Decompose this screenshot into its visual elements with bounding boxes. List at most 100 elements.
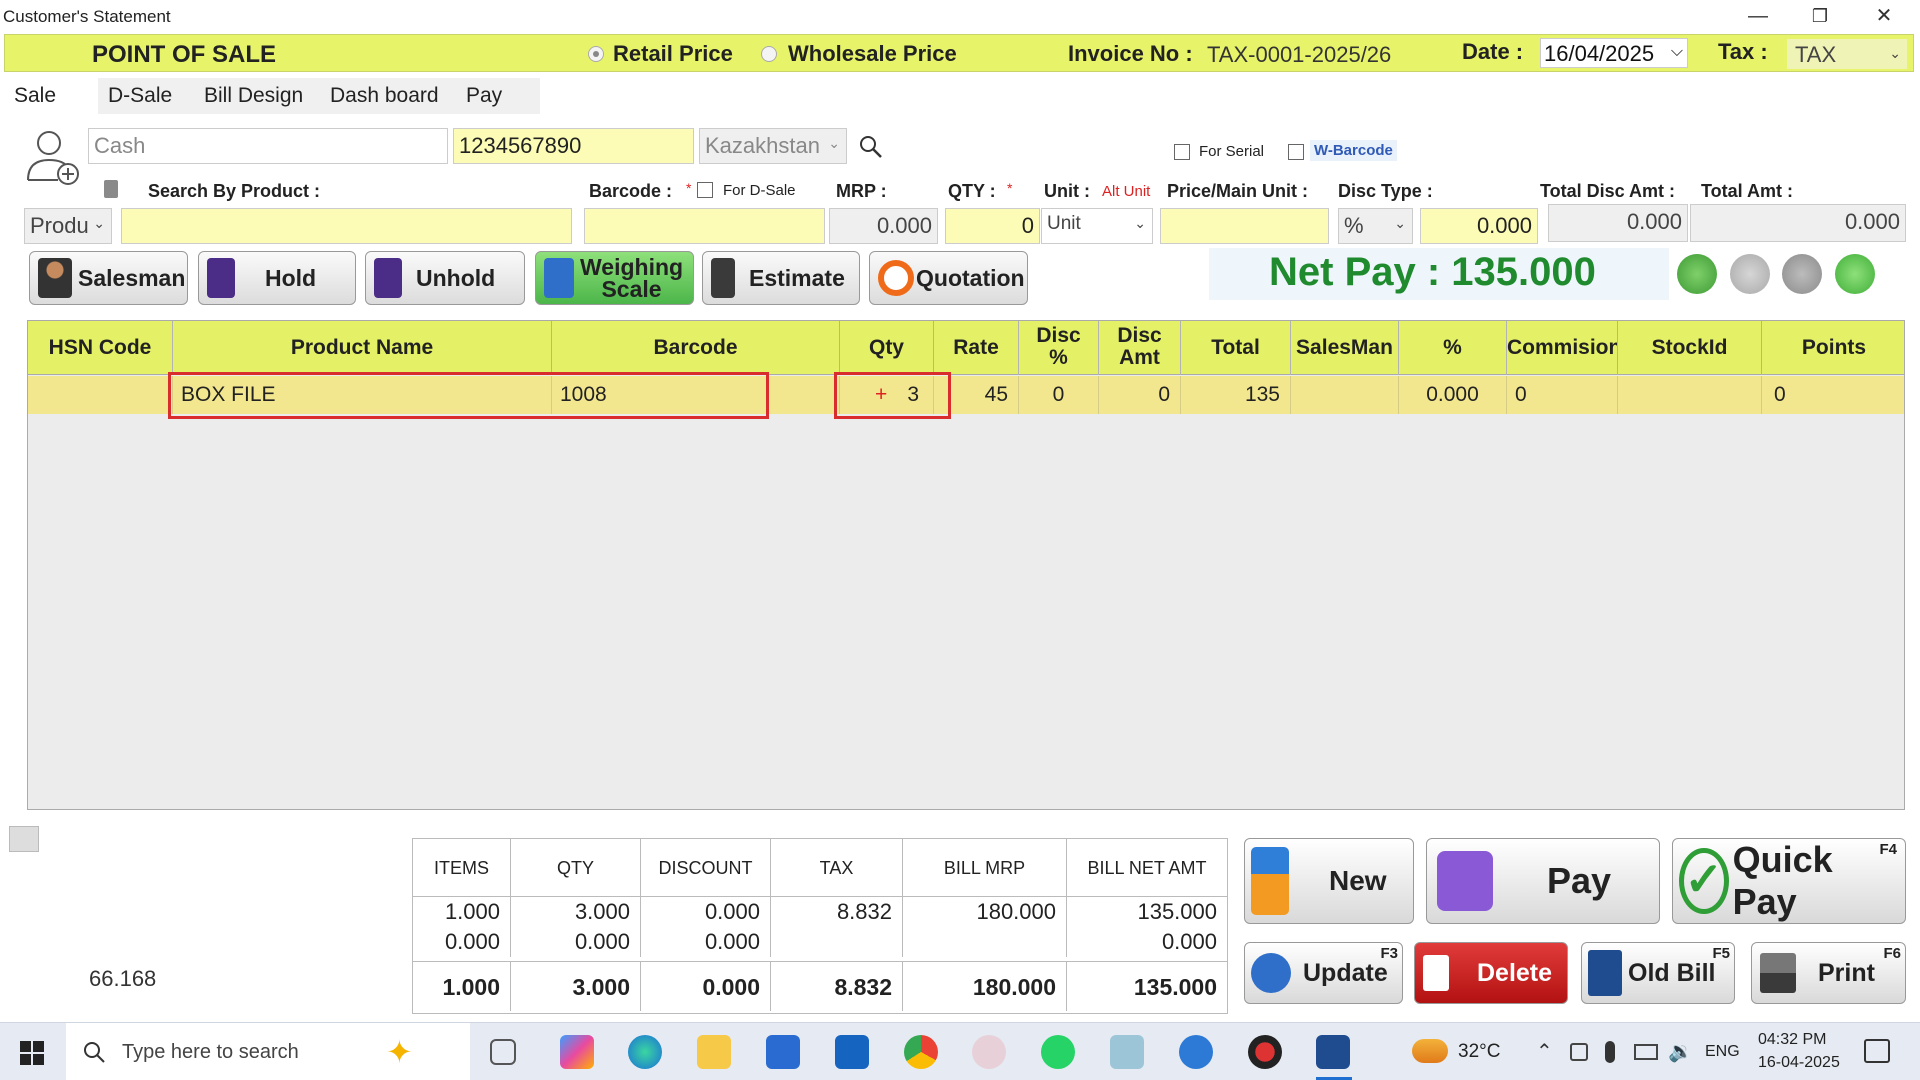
wholesale-price-radio[interactable] [761,46,777,62]
old-bill-shortcut: F5 [1712,945,1730,962]
tab-bill-design[interactable]: Bill Design [194,78,320,114]
col-total[interactable]: Total [1181,321,1291,375]
copilot-icon[interactable] [560,1035,594,1069]
chevron-down-icon: ⌄ [1394,215,1406,231]
country-value: Kazakhstan [705,133,820,158]
col-percent[interactable]: % [1399,321,1507,375]
salesman-button[interactable]: Salesman [29,251,188,305]
task-view-icon[interactable] [490,1039,516,1065]
col-product-name[interactable]: Product Name [173,321,552,375]
customer-phone-input[interactable]: 1234567890 [453,128,694,164]
volume-icon[interactable]: 🔉 [1668,1039,1693,1064]
w-barcode-checkbox[interactable] [1288,144,1304,160]
pay-button[interactable]: Pay [1426,838,1660,924]
whatsapp-icon[interactable] [1041,1035,1075,1069]
barcode-input[interactable] [584,208,825,244]
old-bill-button[interactable]: Old Bill F5 [1581,942,1735,1004]
search-mode-select[interactable]: Produ ⌄ [24,208,112,244]
refresh-icon[interactable] [1677,254,1717,294]
col-stockid[interactable]: StockId [1618,321,1762,375]
quick-pay-button[interactable]: ✓ Quick Pay F4 [1672,838,1906,924]
date-label: Date : [1462,39,1524,64]
col-qty[interactable]: Qty [840,321,934,375]
quotation-button[interactable]: Quotation [869,251,1028,305]
mrp-input[interactable]: 0.000 [829,208,938,244]
file-explorer-icon[interactable] [697,1035,731,1069]
edge-browser-icon[interactable] [628,1035,662,1069]
tab-dash-board[interactable]: Dash board [320,78,456,114]
weighing-scale-button[interactable]: Weighing Scale [535,251,694,305]
salesman-icon [38,258,72,298]
app-icon[interactable] [1110,1035,1144,1069]
side-value: 66.168 [89,966,157,991]
col-disc-amt[interactable]: Disc Amt [1099,321,1181,375]
print-button[interactable]: Print F6 [1751,942,1906,1004]
minimize-button[interactable]: — [1730,2,1786,30]
chevron-up-icon[interactable]: ⌃ [1536,1039,1553,1064]
close-button[interactable]: ✕ [1856,2,1912,30]
display-icon[interactable] [1634,1044,1658,1060]
mrp-value: 0.000 [876,213,932,238]
price-main-unit-input[interactable] [1160,208,1329,244]
teamviewer-icon[interactable] [1179,1035,1213,1069]
update-button[interactable]: Update F3 [1244,942,1403,1004]
hold-label: Hold [265,264,317,291]
product-search-input[interactable] [121,208,572,244]
edit-icon[interactable] [1782,254,1822,294]
retail-price-radio[interactable] [588,46,604,62]
col-disc-pct[interactable]: Disc % [1019,321,1099,375]
search-icon[interactable] [858,134,884,160]
windows-start-icon[interactable] [20,1041,44,1065]
col-rate[interactable]: Rate [934,321,1019,375]
country-select[interactable]: Kazakhstan ⌄ [699,128,847,164]
store-icon[interactable] [766,1035,800,1069]
hold-button[interactable]: Hold [198,251,356,305]
col-barcode[interactable]: Barcode [552,321,840,375]
col-commision[interactable]: Commision [1507,321,1618,375]
tax-value: TAX [1795,42,1837,67]
clock-date[interactable]: 16-04-2025 [1758,1054,1840,1072]
col-points[interactable]: Points [1762,321,1906,375]
for-serial-checkbox[interactable] [1174,144,1190,160]
unit-select[interactable]: Unit ⌄ [1041,208,1153,244]
add-icon[interactable] [1835,254,1875,294]
qty-input[interactable]: 0 [945,208,1040,244]
for-dsale-checkbox[interactable] [697,182,713,198]
summary-r1-discount: 0.000 [641,897,771,927]
tab-sale[interactable]: Sale [4,78,98,114]
customer-name-input[interactable]: Cash [88,128,448,164]
add-customer-icon[interactable] [24,128,80,188]
summary-header-items: ITEMS [413,839,511,897]
delete-button[interactable]: Delete [1414,942,1568,1004]
for-serial-label: For Serial [1199,143,1265,160]
date-value: 16/04/2025 [1544,41,1655,66]
tab-pay[interactable]: Pay [456,78,540,114]
notifications-icon[interactable] [1864,1039,1890,1063]
clock-time[interactable]: 04:32 PM [1758,1031,1826,1049]
restore-button[interactable]: ❐ [1792,2,1848,30]
tab-d-sale[interactable]: D-Sale [98,78,194,114]
remove-icon[interactable] [1730,254,1770,294]
disc-type-select[interactable]: % ⌄ [1338,208,1413,244]
taskbar-search-placeholder: Type here to search [122,1041,299,1063]
estimate-button[interactable]: Estimate [702,251,860,305]
taskbar-search-input[interactable]: Type here to search ✦ [66,1023,470,1080]
col-hsn-code[interactable]: HSN Code [28,321,173,375]
date-picker[interactable]: 16/04/2025 ⌵ [1540,38,1688,68]
language-indicator[interactable]: ENG [1705,1043,1740,1061]
new-bill-button[interactable]: New [1244,838,1414,924]
disc-value-input[interactable]: 0.000 [1420,208,1538,244]
unhold-button[interactable]: Unhold [365,251,525,305]
summary-r1-net-amt: 135.000 [1137,899,1217,924]
chrome-icon[interactable] [904,1035,938,1069]
summary-total-bill-mrp: 180.000 [903,961,1067,1011]
alt-unit-label: Alt Unit [1102,183,1151,200]
pos-app-icon[interactable] [1316,1035,1350,1069]
col-salesman[interactable]: SalesMan [1291,321,1399,375]
microphone-icon[interactable] [1605,1041,1615,1063]
outlook-icon[interactable] [835,1035,869,1069]
tax-select[interactable]: TAX ⌄ [1787,39,1907,69]
snipping-tool-icon[interactable] [972,1035,1006,1069]
network-icon[interactable] [1570,1043,1588,1061]
obs-icon[interactable] [1248,1035,1282,1069]
